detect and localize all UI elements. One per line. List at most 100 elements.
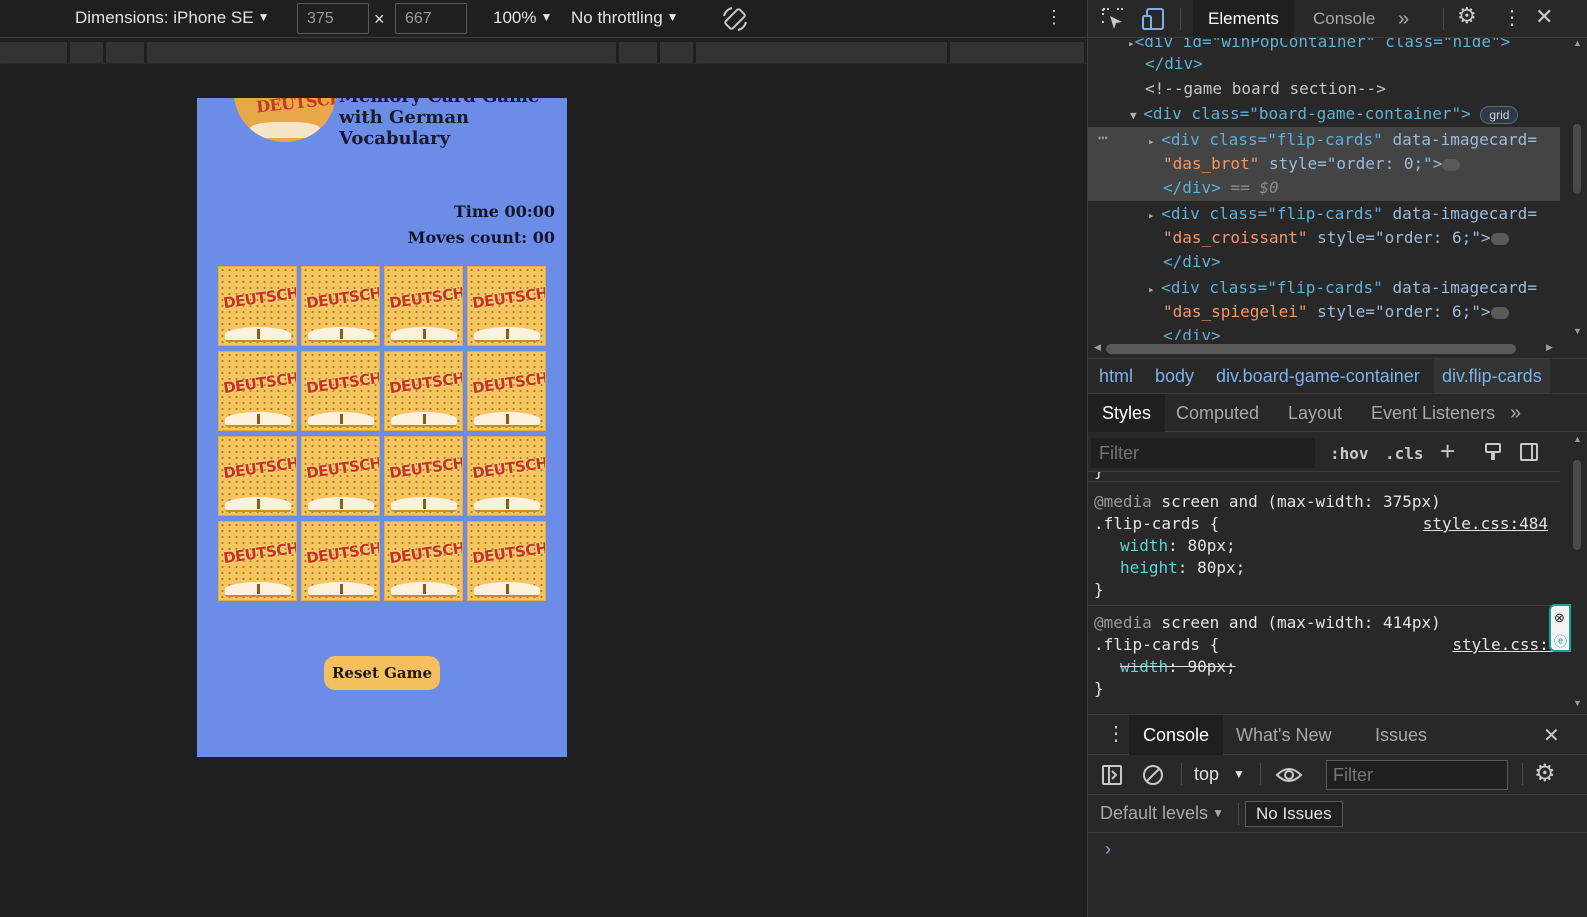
dom-node[interactable]: </div>: [1145, 52, 1560, 77]
expand-triangle-icon[interactable]: ▸: [1148, 135, 1161, 148]
scroll-thumb[interactable]: [1106, 344, 1516, 354]
breadcrumb-board-container[interactable]: div.board-game-container: [1216, 366, 1420, 387]
ellipsis-icon[interactable]: [1490, 232, 1509, 245]
close-circle-icon[interactable]: ⊗: [1554, 610, 1565, 626]
scroll-down-icon[interactable]: ▼: [1573, 698, 1582, 708]
memory-card[interactable]: DEUTSCH: [384, 266, 463, 346]
close-icon[interactable]: ✕: [1543, 723, 1560, 748]
throttling-dropdown[interactable]: No throttling ▼: [571, 8, 679, 28]
default-levels-dropdown[interactable]: Default levels ▼: [1100, 803, 1224, 824]
rule-selector[interactable]: .flip-cards {: [1094, 635, 1219, 654]
rotate-icon[interactable]: [720, 4, 750, 34]
scroll-up-icon[interactable]: ▲: [1573, 38, 1582, 48]
more-tabs-icon[interactable]: »: [1390, 0, 1417, 38]
paint-brush-icon[interactable]: [1483, 442, 1503, 462]
style-rule[interactable]: @media screen and (max-width: 414px) .fl…: [1088, 612, 1560, 712]
expand-triangle-icon[interactable]: ▸: [1128, 38, 1135, 50]
media-query-segment[interactable]: [0, 42, 67, 63]
css-value[interactable]: : 80px;: [1168, 536, 1235, 555]
memory-card[interactable]: DEUTSCH: [467, 266, 546, 346]
drawer-tab-console[interactable]: Console: [1129, 715, 1224, 755]
sidebar-toggle-icon[interactable]: [1101, 764, 1123, 786]
tab-styles[interactable]: Styles: [1088, 394, 1166, 432]
media-query-segment[interactable]: [696, 42, 947, 63]
cls-toggle[interactable]: .cls: [1385, 444, 1424, 463]
scroll-thumb[interactable]: [1573, 124, 1581, 194]
tab-layout[interactable]: Layout: [1274, 394, 1356, 432]
css-value-overridden[interactable]: : 90px;: [1168, 657, 1235, 676]
add-rule-icon[interactable]: +: [1440, 436, 1455, 467]
more-tabs-icon[interactable]: »: [1504, 394, 1527, 432]
extension-widget[interactable]: ⊗ ⓔ: [1549, 604, 1571, 652]
inspect-element-icon[interactable]: [1100, 6, 1126, 32]
hov-toggle[interactable]: :hov: [1330, 444, 1369, 463]
ellipsis-icon[interactable]: [1490, 306, 1509, 319]
media-query-segment[interactable]: [950, 42, 1084, 63]
style-rule[interactable]: @media screen and (max-width: 375px) .fl…: [1088, 491, 1560, 606]
memory-card[interactable]: DEUTSCH: [467, 436, 546, 516]
tab-event-listeners[interactable]: Event Listeners: [1357, 394, 1509, 432]
reset-game-button[interactable]: Reset Game: [324, 656, 440, 690]
css-value[interactable]: : 80px;: [1178, 558, 1245, 577]
grid-badge[interactable]: grid: [1480, 105, 1519, 124]
dom-comment[interactable]: <!--game board section-->: [1145, 77, 1560, 102]
clear-console-icon[interactable]: [1142, 764, 1164, 786]
expand-triangle-icon[interactable]: ▸: [1148, 283, 1161, 296]
tab-elements[interactable]: Elements: [1193, 0, 1294, 38]
memory-card[interactable]: DEUTSCH: [301, 436, 380, 516]
media-query-segment[interactable]: [660, 42, 693, 63]
memory-card[interactable]: DEUTSCH: [467, 351, 546, 431]
more-options-icon[interactable]: ⋮: [1502, 5, 1528, 31]
zoom-dropdown[interactable]: 100% ▼: [493, 8, 552, 28]
memory-card[interactable]: DEUTSCH: [218, 351, 297, 431]
sidebar-toggle-icon[interactable]: [1519, 442, 1539, 462]
settings-gear-icon[interactable]: ⚙: [1534, 759, 1556, 788]
tab-console[interactable]: Console: [1298, 0, 1390, 38]
device-height-input[interactable]: [395, 3, 467, 34]
rule-source-link[interactable]: style.css:484: [1423, 513, 1548, 535]
media-query-segment[interactable]: [70, 42, 103, 63]
rule-selector[interactable]: .flip-cards {: [1094, 514, 1219, 533]
context-selector[interactable]: top ▼: [1194, 764, 1245, 785]
breadcrumb-body[interactable]: body: [1155, 366, 1194, 387]
drawer-tab-issues[interactable]: Issues: [1361, 715, 1441, 755]
drawer-menu-icon[interactable]: ⋮: [1106, 721, 1126, 746]
dom-node[interactable]: ▸ <div class="flip-cards" data-imagecard…: [1148, 202, 1560, 227]
breadcrumb-html[interactable]: html: [1099, 366, 1133, 387]
scroll-right-icon[interactable]: ▶: [1546, 342, 1553, 353]
memory-card[interactable]: DEUTSCH: [301, 266, 380, 346]
collapse-triangle-icon[interactable]: ▼: [1130, 109, 1143, 122]
css-property[interactable]: height: [1120, 558, 1178, 577]
settings-gear-icon[interactable]: ⚙: [1457, 3, 1483, 29]
more-options-icon[interactable]: ⋮: [1045, 7, 1063, 28]
memory-card[interactable]: DEUTSCH: [301, 521, 380, 601]
css-property-overridden[interactable]: width: [1120, 657, 1168, 676]
scroll-down-icon[interactable]: ▼: [1573, 326, 1582, 336]
memory-card[interactable]: DEUTSCH: [384, 351, 463, 431]
memory-card[interactable]: DEUTSCH: [218, 521, 297, 601]
dom-node-board[interactable]: ▼ <div class="board-game-container"> gri…: [1130, 102, 1560, 127]
dom-tree-hscrollbar[interactable]: ◀ ▶: [1088, 340, 1560, 358]
media-query-segment[interactable]: [619, 42, 657, 63]
scroll-up-icon[interactable]: ▲: [1573, 434, 1582, 444]
device-width-input[interactable]: [297, 3, 369, 34]
memory-card[interactable]: DEUTSCH: [467, 521, 546, 601]
memory-card[interactable]: DEUTSCH: [218, 266, 297, 346]
styles-filter-input[interactable]: [1091, 438, 1315, 468]
console-filter-input[interactable]: [1326, 760, 1508, 790]
ellipsis-icon[interactable]: [1442, 158, 1461, 171]
scroll-thumb[interactable]: [1573, 460, 1581, 550]
device-dimensions-dropdown[interactable]: Dimensions: iPhone SE ▼: [75, 8, 269, 28]
eye-icon[interactable]: [1275, 765, 1303, 785]
memory-card[interactable]: DEUTSCH: [218, 436, 297, 516]
rule-source-link[interactable]: style.css:46: [1452, 634, 1560, 656]
device-toggle-icon[interactable]: [1141, 6, 1167, 32]
memory-card[interactable]: DEUTSCH: [301, 351, 380, 431]
styles-scrollbar[interactable]: ▲ ▼: [1560, 432, 1587, 712]
css-property[interactable]: width: [1120, 536, 1168, 555]
media-query-segment[interactable]: [147, 42, 616, 63]
tab-computed[interactable]: Computed: [1162, 394, 1273, 432]
breadcrumb-flip-cards[interactable]: div.flip-cards: [1434, 359, 1550, 393]
media-query-segment[interactable]: [106, 42, 144, 63]
dom-tree-scrollbar[interactable]: ▲ ▼: [1560, 38, 1587, 340]
